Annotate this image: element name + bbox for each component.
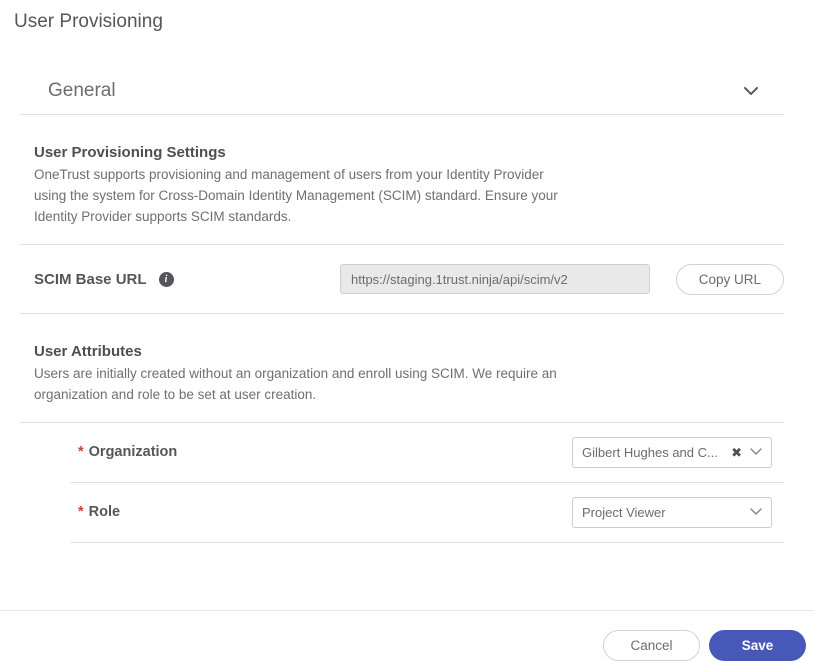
organization-select[interactable]: Gilbert Hughes and C... ✖ (572, 437, 772, 468)
role-select-value: Project Viewer (582, 505, 750, 520)
info-icon[interactable]: i (159, 272, 174, 287)
role-select[interactable]: Project Viewer (572, 497, 772, 528)
role-label: *Role (78, 504, 120, 520)
scim-base-url-row: SCIM Base URL i Copy URL (34, 245, 784, 313)
required-star: * (78, 504, 84, 520)
copy-url-button[interactable]: Copy URL (676, 264, 784, 295)
chevron-down-icon[interactable] (744, 87, 758, 96)
required-star: * (78, 444, 84, 460)
user-attributes-description: Users are initially created without an o… (34, 364, 574, 406)
user-attributes-heading: User Attributes (34, 343, 784, 360)
section-general-header[interactable]: General (48, 80, 758, 102)
role-row: *Role Project Viewer (78, 483, 772, 542)
chevron-down-icon[interactable] (750, 508, 762, 516)
organization-row: *Organization Gilbert Hughes and C... ✖ (78, 423, 772, 482)
scim-base-url-input (340, 264, 650, 294)
footer-actions: Cancel Save (0, 610, 814, 661)
provisioning-settings-description: OneTrust supports provisioning and manag… (34, 165, 574, 228)
section-general-title: General (48, 80, 116, 102)
clear-icon[interactable]: ✖ (731, 446, 742, 459)
scim-base-url-label: SCIM Base URL (34, 271, 147, 288)
cancel-button[interactable]: Cancel (603, 630, 700, 661)
organization-label: *Organization (78, 444, 177, 460)
content-spacer (0, 543, 814, 610)
chevron-down-icon[interactable] (750, 448, 762, 456)
organization-select-value: Gilbert Hughes and C... (582, 445, 727, 460)
provisioning-settings-heading: User Provisioning Settings (34, 144, 784, 161)
page-title: User Provisioning (0, 0, 814, 33)
save-button[interactable]: Save (709, 630, 806, 661)
